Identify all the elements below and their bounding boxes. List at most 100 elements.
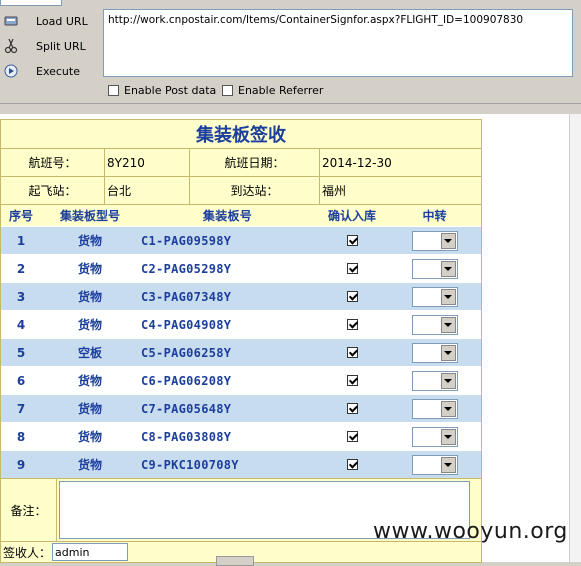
row-no: 4: [16, 317, 26, 332]
col-header-confirm: 确认入库: [327, 209, 376, 223]
remark-label: 备注：: [1, 479, 57, 541]
chevron-down-icon[interactable]: [440, 344, 456, 361]
load-url-button[interactable]: Load URL: [2, 10, 88, 32]
row-type: 货物: [77, 430, 102, 444]
chevron-down-icon[interactable]: [440, 288, 456, 305]
table-row: 9 货物 C9-PKC100708Y: [1, 450, 481, 478]
confirm-checkbox[interactable]: [346, 375, 358, 386]
transfer-select[interactable]: [411, 370, 458, 391]
confirm-cell: [314, 431, 390, 442]
split-url-label: Split URL: [36, 39, 86, 53]
chevron-down-icon[interactable]: [440, 372, 456, 389]
col-header-id: 集装板号: [202, 209, 253, 223]
table-row: 5 空板 C5-PAG06258Y: [1, 338, 481, 366]
row-type: 货物: [77, 458, 102, 472]
row-container-id: C1-PAG09598Y: [141, 233, 232, 248]
row-no: 8: [16, 429, 26, 444]
row-no: 5: [16, 345, 26, 360]
row-type: 货物: [77, 262, 102, 276]
container-signfor-form: 集装板签收 航班号： 8Y210 航班日期： 2014-12-30 起飞站： 台…: [0, 119, 482, 563]
chevron-down-icon[interactable]: [440, 316, 456, 333]
transfer-cell: [390, 398, 479, 419]
enable-referrer-checkbox[interactable]: Enable Referrer: [222, 84, 323, 97]
confirm-cell: [314, 375, 390, 386]
post-data-label: Enable Post data: [124, 84, 217, 97]
transfer-cell: [390, 342, 479, 363]
row-no: 1: [16, 233, 26, 248]
row-type: 货物: [77, 402, 102, 416]
transfer-cell: [390, 258, 479, 279]
row-type: 货物: [77, 374, 102, 388]
confirm-checkbox[interactable]: [346, 291, 358, 302]
col-header-no: 序号: [8, 209, 33, 223]
submit-button[interactable]: [216, 556, 254, 566]
chevron-down-icon[interactable]: [440, 456, 456, 473]
row-container-id: C3-PAG07348Y: [141, 289, 232, 304]
transfer-select[interactable]: [411, 230, 458, 251]
table-row: 1 货物 C1-PAG09598Y: [1, 226, 481, 254]
play-icon: [2, 62, 20, 80]
transfer-select[interactable]: [411, 342, 458, 363]
signer-input[interactable]: [52, 543, 129, 561]
split-url-button[interactable]: Split URL: [2, 35, 86, 57]
execute-label: Execute: [36, 64, 80, 78]
confirm-cell: [314, 403, 390, 414]
page-scrollbar[interactable]: [569, 114, 581, 562]
flight-no-label: 航班号：: [1, 149, 105, 176]
flight-info-row: 航班号： 8Y210 航班日期： 2014-12-30: [1, 149, 481, 177]
transfer-select[interactable]: [411, 286, 458, 307]
departure-value: 台北: [105, 177, 190, 204]
row-no: 6: [16, 373, 26, 388]
confirm-cell: [314, 459, 390, 470]
row-no: 9: [16, 457, 26, 472]
table-row: 6 货物 C6-PAG06208Y: [1, 366, 481, 394]
col-header-transfer: 中转: [422, 209, 447, 223]
toolbar-divider: [0, 103, 581, 104]
load-url-label: Load URL: [36, 14, 88, 28]
row-no: 2: [16, 261, 26, 276]
confirm-checkbox[interactable]: [346, 235, 358, 246]
confirm-cell: [314, 235, 390, 246]
confirm-checkbox[interactable]: [346, 403, 358, 414]
chevron-down-icon[interactable]: [440, 232, 456, 249]
transfer-select[interactable]: [411, 258, 458, 279]
transfer-select[interactable]: [411, 426, 458, 447]
table-row: 3 货物 C3-PAG07348Y: [1, 282, 481, 310]
top-dropdown[interactable]: [0, 0, 62, 6]
table-row: 4 货物 C4-PAG04908Y: [1, 310, 481, 338]
confirm-cell: [314, 319, 390, 330]
enable-post-data-checkbox[interactable]: Enable Post data: [108, 84, 216, 97]
chevron-down-icon[interactable]: [440, 260, 456, 277]
confirm-checkbox[interactable]: [346, 431, 358, 442]
referrer-checkbox-box[interactable]: [222, 85, 233, 96]
row-container-id: C7-PAG05648Y: [141, 401, 232, 416]
arrival-label: 到达站：: [190, 177, 320, 204]
row-container-id: C6-PAG06208Y: [141, 373, 232, 388]
confirm-checkbox[interactable]: [346, 347, 358, 358]
post-data-checkbox-box[interactable]: [108, 85, 119, 96]
form-title: 集装板签收: [1, 120, 481, 149]
row-container-id: C9-PKC100708Y: [141, 457, 239, 472]
hackbar-toolbar: Load URL Split URL Execute http://work.c…: [0, 0, 581, 114]
load-url-icon: [2, 12, 20, 30]
transfer-cell: [390, 426, 479, 447]
url-textarea[interactable]: http://work.cnpostair.com/Items/Containe…: [103, 9, 573, 77]
watermark-text: www.wooyun.org: [373, 519, 568, 544]
confirm-checkbox[interactable]: [346, 459, 358, 470]
execute-button[interactable]: Execute: [2, 60, 80, 82]
transfer-select[interactable]: [411, 454, 458, 475]
confirm-checkbox[interactable]: [346, 319, 358, 330]
flight-date-label: 航班日期：: [190, 149, 320, 176]
transfer-select[interactable]: [411, 398, 458, 419]
chevron-down-icon[interactable]: [440, 400, 456, 417]
transfer-select[interactable]: [411, 314, 458, 335]
row-no: 7: [16, 401, 26, 416]
confirm-cell: [314, 263, 390, 274]
row-type: 货物: [77, 290, 102, 304]
confirm-checkbox[interactable]: [346, 263, 358, 274]
transfer-cell: [390, 314, 479, 335]
col-header-type: 集装板型号: [59, 209, 120, 223]
station-info-row: 起飞站： 台北 到达站： 福州: [1, 177, 481, 205]
chevron-down-icon[interactable]: [440, 428, 456, 445]
table-body: 1 货物 C1-PAG09598Y 2 货物 C2-PAG05298Y 3 货物: [1, 226, 481, 478]
